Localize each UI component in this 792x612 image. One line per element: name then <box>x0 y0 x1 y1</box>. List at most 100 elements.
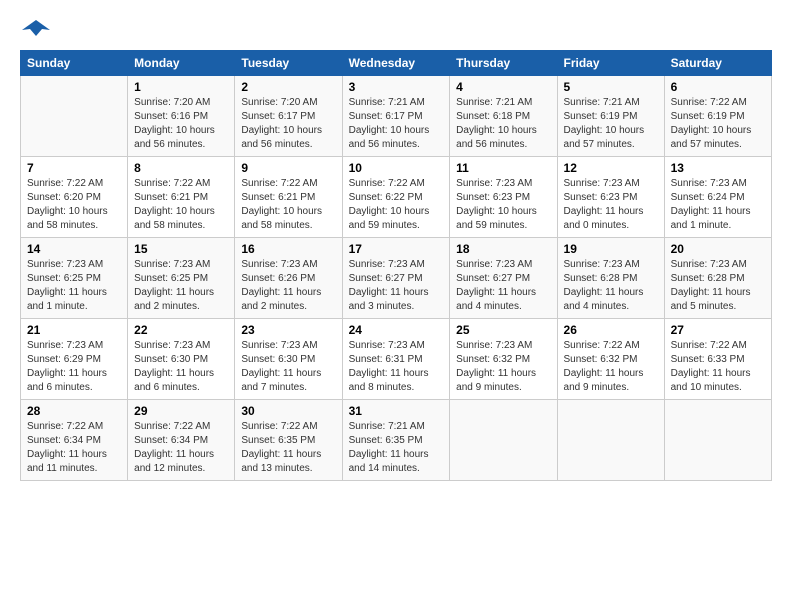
calendar-cell: 25 Sunrise: 7:23 AMSunset: 6:32 PMDayligh… <box>450 319 557 400</box>
calendar-cell: 31Sunrise: 7:21 AMSunset: 6:35 PMDayligh… <box>342 400 450 481</box>
weekday-header-thursday: Thursday <box>450 51 557 76</box>
weekday-header-wednesday: Wednesday <box>342 51 450 76</box>
calendar-cell: 14 Sunrise: 7:23 AMSunset: 6:25 PMDayligh… <box>21 238 128 319</box>
day-number: 17 <box>349 242 444 256</box>
calendar-cell: 22 Sunrise: 7:23 AMSunset: 6:30 PMDayligh… <box>128 319 235 400</box>
day-number: 19 <box>564 242 658 256</box>
day-number: 1 <box>134 80 228 94</box>
calendar-cell <box>21 76 128 157</box>
calendar-cell: 27Sunrise: 7:22 AMSunset: 6:33 PMDayligh… <box>664 319 771 400</box>
day-info: Sunrise: 7:23 AMSunset: 6:24 PMDaylight:… <box>671 177 765 233</box>
header <box>20 20 772 40</box>
calendar-cell <box>557 400 664 481</box>
day-info: Sunrise: 7:22 AMSunset: 6:21 PMDaylight:… <box>241 177 335 233</box>
day-info: Sunrise: 7:22 AMSunset: 6:20 PMDaylight:… <box>27 177 121 233</box>
week-row-5: 28 Sunrise: 7:22 AMSunset: 6:34 PMDayligh… <box>21 400 772 481</box>
day-number: 4 <box>456 80 550 94</box>
calendar-cell: 15 Sunrise: 7:23 AMSunset: 6:25 PMDayligh… <box>128 238 235 319</box>
calendar-cell: 5Sunrise: 7:21 AMSunset: 6:19 PMDaylight… <box>557 76 664 157</box>
day-info: Sunrise: 7:23 AMSunset: 6:27 PMDaylight:… <box>349 258 444 314</box>
day-info: Sunrise: 7:23 AMSunset: 6:27 PMDaylight:… <box>456 258 550 314</box>
day-number: 3 <box>349 80 444 94</box>
calendar-cell: 28 Sunrise: 7:22 AMSunset: 6:34 PMDayligh… <box>21 400 128 481</box>
calendar-cell: 9 Sunrise: 7:22 AMSunset: 6:21 PMDaylight… <box>235 157 342 238</box>
day-info: Sunrise: 7:23 AMSunset: 6:23 PMDaylight:… <box>564 177 658 233</box>
calendar-cell: 20Sunrise: 7:23 AMSunset: 6:28 PMDayligh… <box>664 238 771 319</box>
day-number: 2 <box>241 80 335 94</box>
day-number: 29 <box>134 404 228 418</box>
calendar-cell: 12 Sunrise: 7:23 AMSunset: 6:23 PMDayligh… <box>557 157 664 238</box>
calendar-cell: 10Sunrise: 7:22 AMSunset: 6:22 PMDayligh… <box>342 157 450 238</box>
day-info: Sunrise: 7:23 AMSunset: 6:26 PMDaylight:… <box>241 258 335 314</box>
calendar-cell: 18 Sunrise: 7:23 AMSunset: 6:27 PMDayligh… <box>450 238 557 319</box>
day-info: Sunrise: 7:23 AMSunset: 6:29 PMDaylight:… <box>27 339 121 395</box>
day-number: 9 <box>241 161 335 175</box>
week-row-3: 14 Sunrise: 7:23 AMSunset: 6:25 PMDayligh… <box>21 238 772 319</box>
weekday-header-friday: Friday <box>557 51 664 76</box>
day-info: Sunrise: 7:23 AMSunset: 6:31 PMDaylight:… <box>349 339 444 395</box>
weekday-header-monday: Monday <box>128 51 235 76</box>
calendar-cell: 16 Sunrise: 7:23 AMSunset: 6:26 PMDayligh… <box>235 238 342 319</box>
day-info: Sunrise: 7:21 AMSunset: 6:17 PMDaylight:… <box>349 96 444 152</box>
day-info: Sunrise: 7:22 AMSunset: 6:21 PMDaylight:… <box>134 177 228 233</box>
week-row-1: 1 Sunrise: 7:20 AMSunset: 6:16 PMDaylight… <box>21 76 772 157</box>
day-number: 18 <box>456 242 550 256</box>
day-number: 22 <box>134 323 228 337</box>
day-number: 26 <box>564 323 658 337</box>
calendar-cell: 30Sunrise: 7:22 AMSunset: 6:35 PMDayligh… <box>235 400 342 481</box>
day-info: Sunrise: 7:22 AMSunset: 6:22 PMDaylight:… <box>349 177 444 233</box>
day-number: 15 <box>134 242 228 256</box>
logo-bird-icon <box>22 16 50 44</box>
calendar-cell: 24Sunrise: 7:23 AMSunset: 6:31 PMDayligh… <box>342 319 450 400</box>
calendar-cell: 7 Sunrise: 7:22 AMSunset: 6:20 PMDaylight… <box>21 157 128 238</box>
calendar-cell: 26Sunrise: 7:22 AMSunset: 6:32 PMDayligh… <box>557 319 664 400</box>
calendar-cell: 4 Sunrise: 7:21 AMSunset: 6:18 PMDaylight… <box>450 76 557 157</box>
logo-text <box>20 20 50 40</box>
day-number: 31 <box>349 404 444 418</box>
calendar-cell <box>664 400 771 481</box>
day-info: Sunrise: 7:22 AMSunset: 6:33 PMDaylight:… <box>671 339 765 395</box>
day-info: Sunrise: 7:22 AMSunset: 6:34 PMDaylight:… <box>134 420 228 476</box>
main-container: SundayMondayTuesdayWednesdayThursdayFrid… <box>0 0 792 491</box>
calendar-cell: 23 Sunrise: 7:23 AMSunset: 6:30 PMDayligh… <box>235 319 342 400</box>
logo <box>20 20 50 40</box>
calendar-cell: 3 Sunrise: 7:21 AMSunset: 6:17 PMDaylight… <box>342 76 450 157</box>
day-number: 7 <box>27 161 121 175</box>
calendar-cell: 13 Sunrise: 7:23 AMSunset: 6:24 PMDayligh… <box>664 157 771 238</box>
day-number: 20 <box>671 242 765 256</box>
day-number: 16 <box>241 242 335 256</box>
weekday-header-row: SundayMondayTuesdayWednesdayThursdayFrid… <box>21 51 772 76</box>
day-number: 13 <box>671 161 765 175</box>
day-info: Sunrise: 7:22 AMSunset: 6:35 PMDaylight:… <box>241 420 335 476</box>
day-number: 25 <box>456 323 550 337</box>
day-number: 8 <box>134 161 228 175</box>
day-info: Sunrise: 7:22 AMSunset: 6:34 PMDaylight:… <box>27 420 121 476</box>
day-info: Sunrise: 7:23 AMSunset: 6:25 PMDaylight:… <box>27 258 121 314</box>
day-number: 11 <box>456 161 550 175</box>
day-number: 14 <box>27 242 121 256</box>
weekday-header-sunday: Sunday <box>21 51 128 76</box>
day-info: Sunrise: 7:23 AMSunset: 6:23 PMDaylight:… <box>456 177 550 233</box>
day-info: Sunrise: 7:21 AMSunset: 6:18 PMDaylight:… <box>456 96 550 152</box>
day-info: Sunrise: 7:20 AMSunset: 6:16 PMDaylight:… <box>134 96 228 152</box>
day-info: Sunrise: 7:23 AMSunset: 6:25 PMDaylight:… <box>134 258 228 314</box>
day-number: 12 <box>564 161 658 175</box>
day-info: Sunrise: 7:22 AMSunset: 6:19 PMDaylight:… <box>671 96 765 152</box>
weekday-header-tuesday: Tuesday <box>235 51 342 76</box>
day-number: 6 <box>671 80 765 94</box>
day-number: 28 <box>27 404 121 418</box>
day-info: Sunrise: 7:23 AMSunset: 6:28 PMDaylight:… <box>564 258 658 314</box>
calendar-cell: 17 Sunrise: 7:23 AMSunset: 6:27 PMDayligh… <box>342 238 450 319</box>
calendar-cell: 1 Sunrise: 7:20 AMSunset: 6:16 PMDaylight… <box>128 76 235 157</box>
calendar-cell: 19 Sunrise: 7:23 AMSunset: 6:28 PMDayligh… <box>557 238 664 319</box>
calendar-cell: 6 Sunrise: 7:22 AMSunset: 6:19 PMDaylight… <box>664 76 771 157</box>
week-row-4: 21Sunrise: 7:23 AMSunset: 6:29 PMDayligh… <box>21 319 772 400</box>
calendar-cell: 21Sunrise: 7:23 AMSunset: 6:29 PMDayligh… <box>21 319 128 400</box>
day-info: Sunrise: 7:23 AMSunset: 6:32 PMDaylight:… <box>456 339 550 395</box>
calendar-cell: 11 Sunrise: 7:23 AMSunset: 6:23 PMDayligh… <box>450 157 557 238</box>
day-info: Sunrise: 7:23 AMSunset: 6:30 PMDaylight:… <box>134 339 228 395</box>
day-info: Sunrise: 7:23 AMSunset: 6:30 PMDaylight:… <box>241 339 335 395</box>
calendar-table: SundayMondayTuesdayWednesdayThursdayFrid… <box>20 50 772 481</box>
day-number: 23 <box>241 323 335 337</box>
week-row-2: 7 Sunrise: 7:22 AMSunset: 6:20 PMDaylight… <box>21 157 772 238</box>
